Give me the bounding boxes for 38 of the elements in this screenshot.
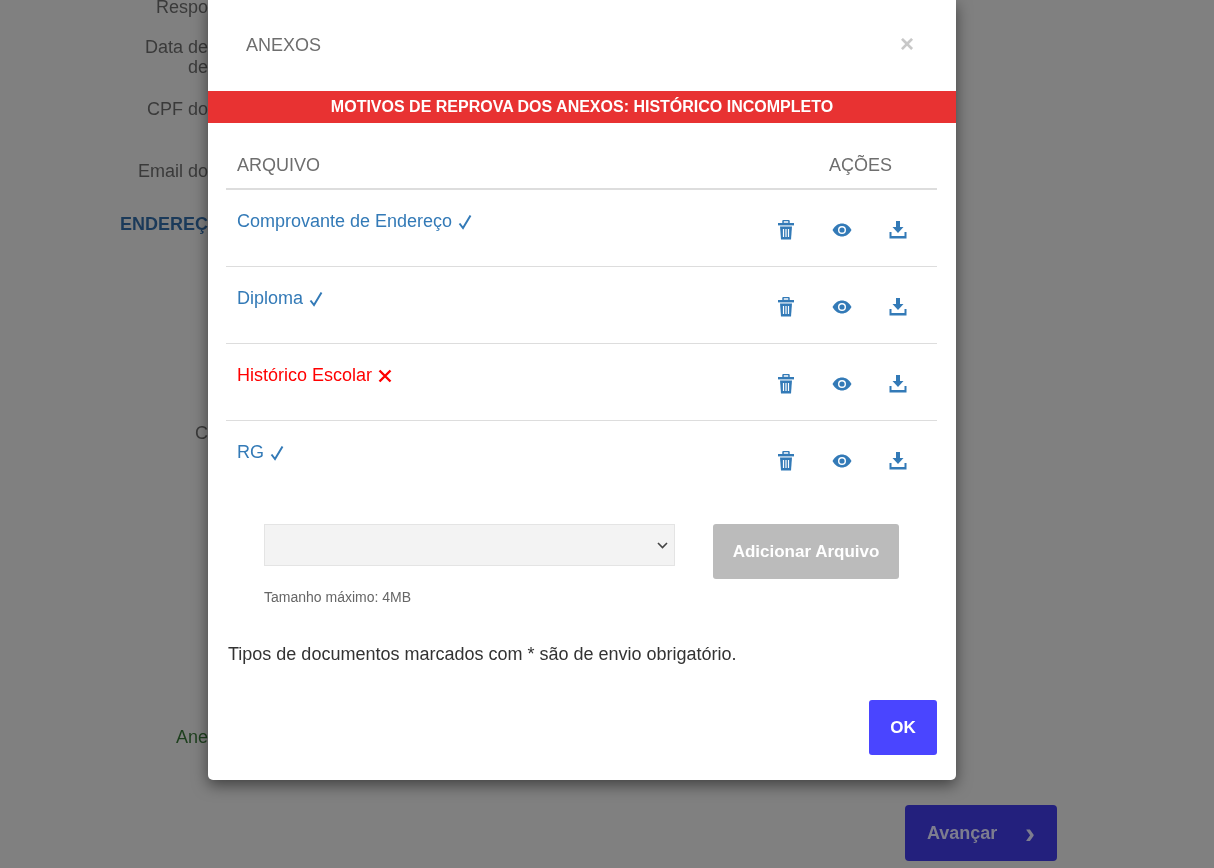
view-icon[interactable]	[832, 377, 852, 391]
form-label: Data de	[144, 37, 208, 57]
alert-banner: MOTIVOS DE REPROVA DOS ANEXOS: HISTÓRICO INCOMPLETO	[208, 91, 956, 123]
file-link[interactable]: RG	[237, 442, 264, 463]
delete-icon[interactable]	[777, 451, 795, 471]
file-link[interactable]: Diploma	[237, 288, 304, 309]
file-link[interactable]: Comprovante de Endereço	[237, 211, 453, 232]
check-icon	[458, 213, 473, 230]
download-icon[interactable]	[889, 375, 907, 393]
dialog-title: ANEXOS	[246, 35, 322, 56]
check-icon	[309, 290, 324, 307]
form-label: C	[195, 423, 208, 443]
view-icon[interactable]	[832, 300, 852, 314]
form-label: CPF do	[146, 99, 208, 119]
check-icon	[270, 444, 284, 461]
delete-icon[interactable]	[777, 297, 795, 317]
ok-button[interactable]: OK	[869, 700, 937, 755]
form-label: ENDEREÇ	[120, 214, 208, 234]
cross-icon	[378, 368, 393, 383]
required-note: Tipos de documentos marcados com * são de envio obrigatório.	[228, 644, 738, 665]
form-label: Ane	[175, 727, 208, 747]
download-icon[interactable]	[889, 298, 907, 316]
chevron-icon: ›	[1025, 818, 1035, 848]
column-header: ARQUIVO	[237, 155, 320, 176]
view-icon[interactable]	[832, 454, 852, 468]
download-icon[interactable]	[889, 221, 907, 239]
delete-icon[interactable]	[777, 220, 795, 240]
form-label: de	[187, 57, 208, 77]
column-header: AÇÕES	[828, 155, 892, 176]
form-label: Respo	[155, 0, 208, 17]
size-hint: Tamanho máximo: 4MB	[264, 589, 413, 605]
delete-icon[interactable]	[777, 374, 795, 394]
download-icon[interactable]	[889, 452, 907, 470]
file-link[interactable]: Histórico Escolar	[237, 365, 373, 386]
caret-icon	[657, 541, 668, 549]
view-icon[interactable]	[832, 223, 852, 237]
next-button[interactable]: Avançar ›	[905, 805, 1057, 861]
form-label: Email do	[137, 161, 208, 181]
